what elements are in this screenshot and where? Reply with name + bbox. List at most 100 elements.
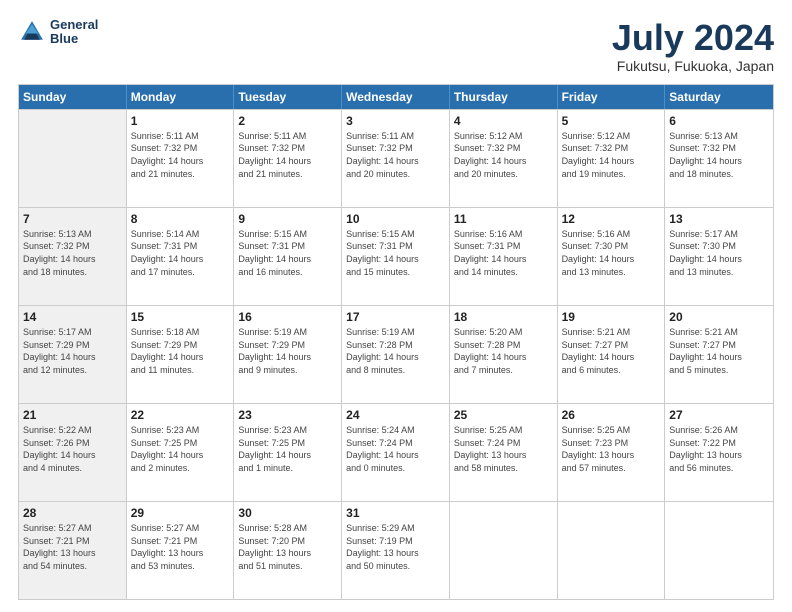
calendar-cell [665,502,773,599]
day-number: 25 [454,407,553,423]
calendar-header-cell: Thursday [450,85,558,109]
day-info: Sunrise: 5:27 AM Sunset: 7:21 PM Dayligh… [131,522,230,572]
calendar-cell: 28Sunrise: 5:27 AM Sunset: 7:21 PM Dayli… [19,502,127,599]
calendar-cell [558,502,666,599]
calendar-cell: 27Sunrise: 5:26 AM Sunset: 7:22 PM Dayli… [665,404,773,501]
day-number: 30 [238,505,337,521]
calendar-cell: 8Sunrise: 5:14 AM Sunset: 7:31 PM Daylig… [127,208,235,305]
main-title: July 2024 [612,18,774,58]
day-info: Sunrise: 5:25 AM Sunset: 7:23 PM Dayligh… [562,424,661,474]
header: General Blue July 2024 Fukutsu, Fukuoka,… [18,18,774,74]
day-info: Sunrise: 5:22 AM Sunset: 7:26 PM Dayligh… [23,424,122,474]
calendar-cell: 18Sunrise: 5:20 AM Sunset: 7:28 PM Dayli… [450,306,558,403]
day-number: 16 [238,309,337,325]
day-number: 22 [131,407,230,423]
day-number: 19 [562,309,661,325]
calendar-row: 7Sunrise: 5:13 AM Sunset: 7:32 PM Daylig… [19,207,773,305]
calendar-cell: 26Sunrise: 5:25 AM Sunset: 7:23 PM Dayli… [558,404,666,501]
calendar-header: SundayMondayTuesdayWednesdayThursdayFrid… [19,85,773,109]
page: General Blue July 2024 Fukutsu, Fukuoka,… [0,0,792,612]
subtitle: Fukutsu, Fukuoka, Japan [612,58,774,74]
day-number: 15 [131,309,230,325]
calendar-cell: 6Sunrise: 5:13 AM Sunset: 7:32 PM Daylig… [665,110,773,207]
day-info: Sunrise: 5:24 AM Sunset: 7:24 PM Dayligh… [346,424,445,474]
calendar-cell: 2Sunrise: 5:11 AM Sunset: 7:32 PM Daylig… [234,110,342,207]
calendar-cell: 5Sunrise: 5:12 AM Sunset: 7:32 PM Daylig… [558,110,666,207]
calendar-header-cell: Saturday [665,85,773,109]
calendar-cell: 25Sunrise: 5:25 AM Sunset: 7:24 PM Dayli… [450,404,558,501]
day-number: 11 [454,211,553,227]
calendar-cell: 15Sunrise: 5:18 AM Sunset: 7:29 PM Dayli… [127,306,235,403]
day-info: Sunrise: 5:21 AM Sunset: 7:27 PM Dayligh… [562,326,661,376]
day-info: Sunrise: 5:23 AM Sunset: 7:25 PM Dayligh… [131,424,230,474]
day-info: Sunrise: 5:27 AM Sunset: 7:21 PM Dayligh… [23,522,122,572]
day-number: 3 [346,113,445,129]
day-number: 29 [131,505,230,521]
day-number: 9 [238,211,337,227]
calendar-row: 1Sunrise: 5:11 AM Sunset: 7:32 PM Daylig… [19,109,773,207]
calendar-header-cell: Wednesday [342,85,450,109]
calendar-cell: 3Sunrise: 5:11 AM Sunset: 7:32 PM Daylig… [342,110,450,207]
day-info: Sunrise: 5:16 AM Sunset: 7:30 PM Dayligh… [562,228,661,278]
calendar-cell: 14Sunrise: 5:17 AM Sunset: 7:29 PM Dayli… [19,306,127,403]
calendar-body: 1Sunrise: 5:11 AM Sunset: 7:32 PM Daylig… [19,109,773,599]
day-number: 17 [346,309,445,325]
calendar-cell: 20Sunrise: 5:21 AM Sunset: 7:27 PM Dayli… [665,306,773,403]
day-info: Sunrise: 5:17 AM Sunset: 7:29 PM Dayligh… [23,326,122,376]
logo-line2: Blue [50,32,98,46]
calendar-cell: 7Sunrise: 5:13 AM Sunset: 7:32 PM Daylig… [19,208,127,305]
calendar-cell: 1Sunrise: 5:11 AM Sunset: 7:32 PM Daylig… [127,110,235,207]
calendar-cell: 31Sunrise: 5:29 AM Sunset: 7:19 PM Dayli… [342,502,450,599]
day-info: Sunrise: 5:29 AM Sunset: 7:19 PM Dayligh… [346,522,445,572]
calendar: SundayMondayTuesdayWednesdayThursdayFrid… [18,84,774,600]
day-info: Sunrise: 5:14 AM Sunset: 7:31 PM Dayligh… [131,228,230,278]
calendar-cell: 16Sunrise: 5:19 AM Sunset: 7:29 PM Dayli… [234,306,342,403]
calendar-row: 28Sunrise: 5:27 AM Sunset: 7:21 PM Dayli… [19,501,773,599]
day-info: Sunrise: 5:15 AM Sunset: 7:31 PM Dayligh… [238,228,337,278]
title-block: July 2024 Fukutsu, Fukuoka, Japan [612,18,774,74]
logo: General Blue [18,18,98,47]
day-number: 6 [669,113,769,129]
day-info: Sunrise: 5:19 AM Sunset: 7:29 PM Dayligh… [238,326,337,376]
day-info: Sunrise: 5:11 AM Sunset: 7:32 PM Dayligh… [238,130,337,180]
day-number: 21 [23,407,122,423]
calendar-cell: 11Sunrise: 5:16 AM Sunset: 7:31 PM Dayli… [450,208,558,305]
calendar-row: 14Sunrise: 5:17 AM Sunset: 7:29 PM Dayli… [19,305,773,403]
day-info: Sunrise: 5:28 AM Sunset: 7:20 PM Dayligh… [238,522,337,572]
day-info: Sunrise: 5:18 AM Sunset: 7:29 PM Dayligh… [131,326,230,376]
day-info: Sunrise: 5:16 AM Sunset: 7:31 PM Dayligh… [454,228,553,278]
day-info: Sunrise: 5:15 AM Sunset: 7:31 PM Dayligh… [346,228,445,278]
day-number: 1 [131,113,230,129]
day-info: Sunrise: 5:13 AM Sunset: 7:32 PM Dayligh… [23,228,122,278]
day-info: Sunrise: 5:26 AM Sunset: 7:22 PM Dayligh… [669,424,769,474]
day-number: 20 [669,309,769,325]
calendar-header-cell: Monday [127,85,235,109]
day-number: 26 [562,407,661,423]
calendar-cell: 23Sunrise: 5:23 AM Sunset: 7:25 PM Dayli… [234,404,342,501]
calendar-cell: 21Sunrise: 5:22 AM Sunset: 7:26 PM Dayli… [19,404,127,501]
day-info: Sunrise: 5:20 AM Sunset: 7:28 PM Dayligh… [454,326,553,376]
day-info: Sunrise: 5:13 AM Sunset: 7:32 PM Dayligh… [669,130,769,180]
day-info: Sunrise: 5:11 AM Sunset: 7:32 PM Dayligh… [131,130,230,180]
day-number: 2 [238,113,337,129]
calendar-header-cell: Tuesday [234,85,342,109]
calendar-cell: 13Sunrise: 5:17 AM Sunset: 7:30 PM Dayli… [665,208,773,305]
day-info: Sunrise: 5:25 AM Sunset: 7:24 PM Dayligh… [454,424,553,474]
day-info: Sunrise: 5:23 AM Sunset: 7:25 PM Dayligh… [238,424,337,474]
day-number: 23 [238,407,337,423]
day-number: 18 [454,309,553,325]
day-number: 14 [23,309,122,325]
calendar-cell: 17Sunrise: 5:19 AM Sunset: 7:28 PM Dayli… [342,306,450,403]
day-number: 12 [562,211,661,227]
calendar-cell [19,110,127,207]
day-info: Sunrise: 5:17 AM Sunset: 7:30 PM Dayligh… [669,228,769,278]
day-number: 8 [131,211,230,227]
day-number: 28 [23,505,122,521]
day-number: 4 [454,113,553,129]
calendar-header-cell: Friday [558,85,666,109]
day-info: Sunrise: 5:11 AM Sunset: 7:32 PM Dayligh… [346,130,445,180]
day-info: Sunrise: 5:19 AM Sunset: 7:28 PM Dayligh… [346,326,445,376]
day-number: 13 [669,211,769,227]
calendar-row: 21Sunrise: 5:22 AM Sunset: 7:26 PM Dayli… [19,403,773,501]
day-number: 5 [562,113,661,129]
